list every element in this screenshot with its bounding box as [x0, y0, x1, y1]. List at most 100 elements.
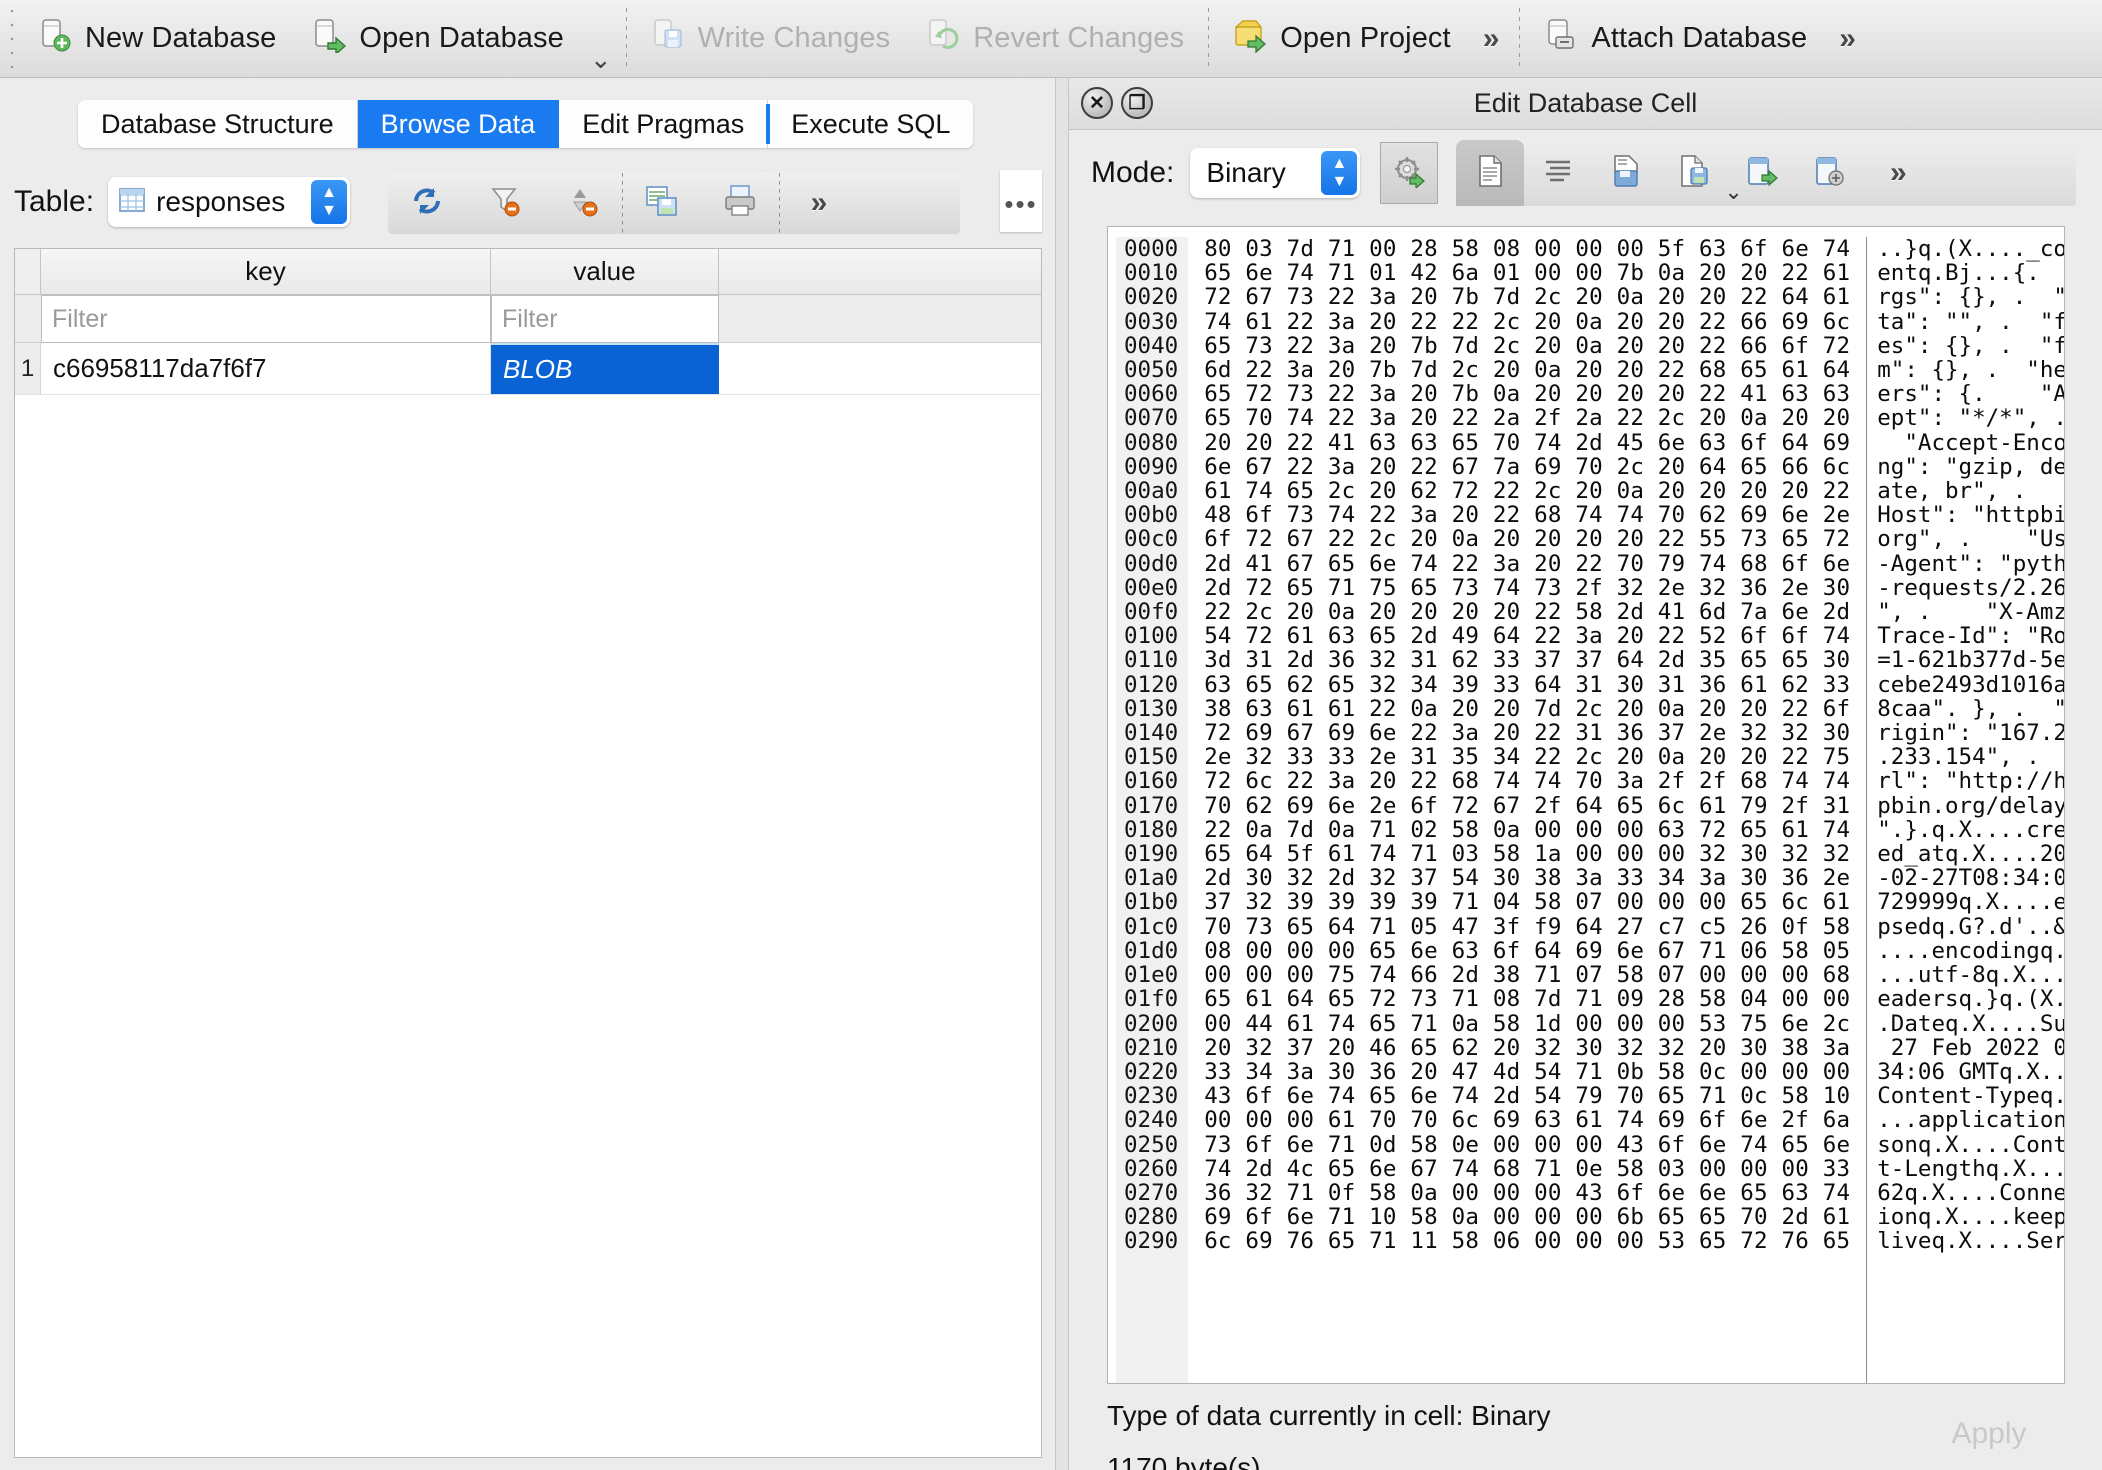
cell-strip-overflow-button[interactable]: » [1864, 140, 1932, 206]
hex-viewer-content: 0000 0010 0020 0030 0040 0050 0060 0070 … [1108, 227, 2064, 1383]
set-as-null-icon [1746, 155, 1779, 192]
hex-ascii-column: ..}q.(X...._cont entq.Bj...{. "a rgs": {… [1866, 237, 2064, 1383]
mode-combobox[interactable]: Binary ▲ ▼ [1190, 148, 1361, 198]
text-view-button[interactable] [1456, 140, 1525, 206]
toolbar-button-attach-database[interactable]: Attach Database [1526, 8, 1825, 70]
toolbar-overflow-right-icon[interactable]: » [1825, 23, 1870, 54]
filter-input-value[interactable]: Filter [491, 295, 719, 343]
toolbar-label: Revert Changes [973, 22, 1185, 54]
cell-value-selected[interactable]: BLOB [491, 343, 719, 394]
print-icon [723, 184, 757, 223]
grid-corner-cell[interactable] [15, 249, 41, 294]
import-button[interactable] [1592, 140, 1660, 206]
hex-bytes-column: 80 03 7d 71 00 28 58 08 00 00 00 5f 63 6… [1204, 236, 1851, 1255]
save-results-icon [645, 184, 679, 223]
grid-filter-row: Filter Filter [15, 295, 1041, 343]
column-header-value[interactable]: value [491, 249, 719, 294]
dock-titlebar: ✕ ❐ Edit Database Cell [1069, 78, 2102, 130]
clear-sorting-button[interactable] [544, 172, 622, 234]
table-row[interactable]: 1 c66958117da7f6f7 BLOB [15, 343, 1041, 395]
browse-more-button[interactable]: ••• [1000, 170, 1042, 232]
word-wrap-button[interactable] [1524, 140, 1592, 206]
open-project-icon [1233, 17, 1267, 61]
column-header-key[interactable]: key [41, 249, 491, 294]
hex-offset-column: 0000 0010 0020 0030 0040 0050 0060 0070 … [1116, 237, 1189, 1383]
tab-edit-pragmas[interactable]: Edit Pragmas [559, 100, 769, 148]
table-selector-value: responses [156, 186, 286, 217]
toolbar-drag-handle[interactable] [4, 9, 20, 68]
tab-browse-data[interactable]: Browse Data [357, 100, 560, 148]
revert-changes-icon [926, 17, 960, 61]
toolbar-button-new-database[interactable]: New Database [20, 8, 294, 70]
tab-database-structure[interactable]: Database Structure [78, 100, 358, 148]
toolbar-open-database-dropdown-icon[interactable]: ⌄ [582, 44, 620, 75]
tab-label: Execute SQL [791, 108, 951, 139]
toolbar-label: Open Project [1280, 22, 1451, 54]
filter-input-key[interactable]: Filter [41, 295, 491, 343]
auto-switch-button[interactable] [1380, 142, 1439, 204]
tab-label: Edit Pragmas [582, 108, 745, 139]
browse-strip-overflow-button[interactable]: » [780, 172, 858, 234]
hex-viewer[interactable]: 0000 0010 0020 0030 0040 0050 0060 0070 … [1107, 226, 2065, 1384]
toolbar-overflow-left-icon[interactable]: » [1469, 23, 1514, 54]
auto-switch-icon [1392, 154, 1426, 193]
main-tabbar: Database Structure Browse Data Edit Prag… [78, 100, 974, 148]
toolbar-label: Open Database [359, 22, 564, 54]
column-header-blank [719, 249, 1041, 294]
apply-button[interactable]: Apply [1914, 1406, 2064, 1462]
import-icon [1611, 154, 1641, 193]
toolbar-button-revert-changes[interactable]: Revert Changes [908, 8, 1202, 70]
main-toolbar: New Database Open Database ⌄ Write Chang… [0, 0, 2102, 78]
toolbar-label: Write Changes [697, 22, 891, 54]
grid-filter-corner [15, 295, 41, 342]
cell-type-status: Type of data currently in cell: Binary [1107, 1400, 1551, 1431]
toolbar-label: New Database [85, 22, 277, 54]
data-grid: key value Filter Filter 1 c66958117da7f6… [14, 248, 1042, 1458]
mode-stepper-icon[interactable]: ▲ ▼ [1321, 151, 1358, 195]
toolbar-separator [1208, 7, 1210, 70]
browse-toolbar: Table: responses ▲ ▼ » ••• [0, 166, 1143, 238]
tab-execute-sql[interactable]: Execute SQL [766, 100, 974, 148]
chevron-double-right-icon: » [810, 186, 828, 219]
cell-view-strip: » ⌄ [1456, 140, 2077, 206]
row-number[interactable]: 1 [15, 343, 41, 394]
table-selector-combobox[interactable]: responses ▲ ▼ [108, 177, 351, 227]
browse-data-pane: Database Structure Browse Data Edit Prag… [0, 78, 1143, 1470]
toolbar-button-open-project[interactable]: Open Project [1215, 8, 1468, 70]
sort-remove-icon [566, 184, 600, 223]
save-results-button[interactable] [623, 172, 701, 234]
pane-splitter[interactable] [1055, 78, 1069, 1470]
toolbar-button-open-database[interactable]: Open Database [294, 8, 581, 70]
browse-action-strip: » ⌄ [388, 172, 1143, 234]
print-cell-icon [1814, 155, 1846, 192]
export-button[interactable] [1660, 140, 1728, 206]
refresh-icon [410, 184, 444, 223]
print-cell-button[interactable] [1796, 140, 1864, 206]
import-dropdown-icon[interactable]: ⌄ [1724, 179, 1742, 205]
grid-filter-blank [719, 295, 1041, 342]
cell-key[interactable]: c66958117da7f6f7 [41, 343, 491, 394]
filter-remove-icon [488, 184, 522, 223]
undock-icon[interactable]: ❐ [1121, 87, 1153, 119]
open-database-icon [312, 17, 347, 61]
cell-status-area: Type of data currently in cell: Binary 1… [1069, 1398, 2102, 1470]
refresh-button[interactable] [388, 172, 466, 234]
attach-database-icon [1544, 17, 1578, 61]
text-view-icon [1475, 154, 1505, 193]
edit-database-cell-dock: ✕ ❐ Edit Database Cell Mode: Binary ▲▼ [1069, 78, 2102, 1470]
cell-size-status: 1170 byte(s) [1107, 1452, 1261, 1470]
tab-label: Database Structure [101, 108, 334, 139]
mode-value: Binary [1206, 157, 1286, 188]
clear-filters-button[interactable] [466, 172, 544, 234]
toolbar-button-write-changes[interactable]: Write Changes [633, 8, 909, 70]
word-wrap-icon [1543, 156, 1573, 191]
toolbar-separator [625, 7, 627, 70]
close-icon[interactable]: ✕ [1081, 87, 1113, 119]
toolbar-label: Attach Database [1591, 22, 1808, 54]
cell-editor-toolbar: Mode: Binary ▲ ▼ » ⌄ [1069, 130, 2102, 216]
dock-window-buttons: ✕ ❐ [1081, 87, 1153, 119]
print-button[interactable] [701, 172, 779, 234]
table-selector-label: Table: [14, 185, 95, 218]
table-selector-stepper-icon[interactable]: ▲ ▼ [311, 180, 348, 224]
mode-label: Mode: [1091, 156, 1175, 189]
